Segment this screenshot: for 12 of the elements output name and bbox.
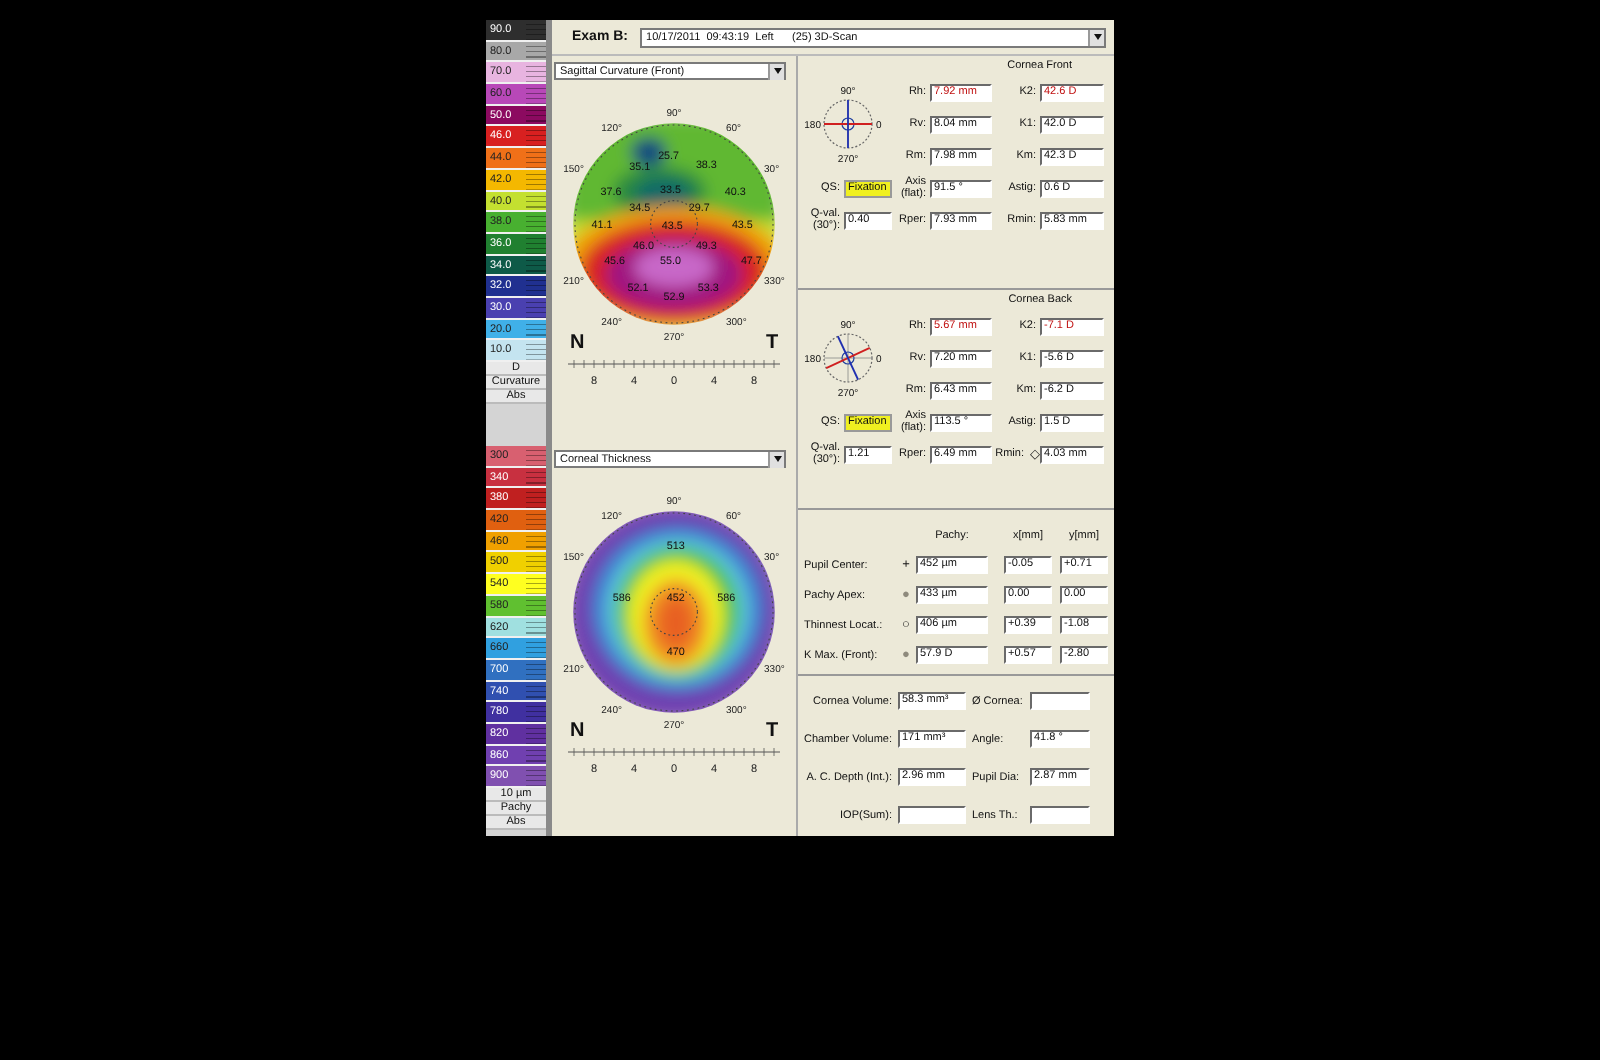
temporal-label: T [766, 720, 779, 742]
nasal-label: N [570, 720, 585, 742]
dropdown-arrow-icon [768, 451, 784, 467]
temporal-label: T [766, 332, 779, 354]
nasal-label: N [570, 332, 585, 354]
dropdown-arrow-icon [1088, 29, 1104, 45]
dropdown-arrow-icon [768, 63, 784, 79]
value-field[interactable] [1030, 692, 1090, 710]
axis-diagram [823, 333, 873, 383]
value-field[interactable] [1030, 806, 1090, 824]
value-field[interactable] [898, 806, 966, 824]
axis-diagram [823, 99, 873, 149]
